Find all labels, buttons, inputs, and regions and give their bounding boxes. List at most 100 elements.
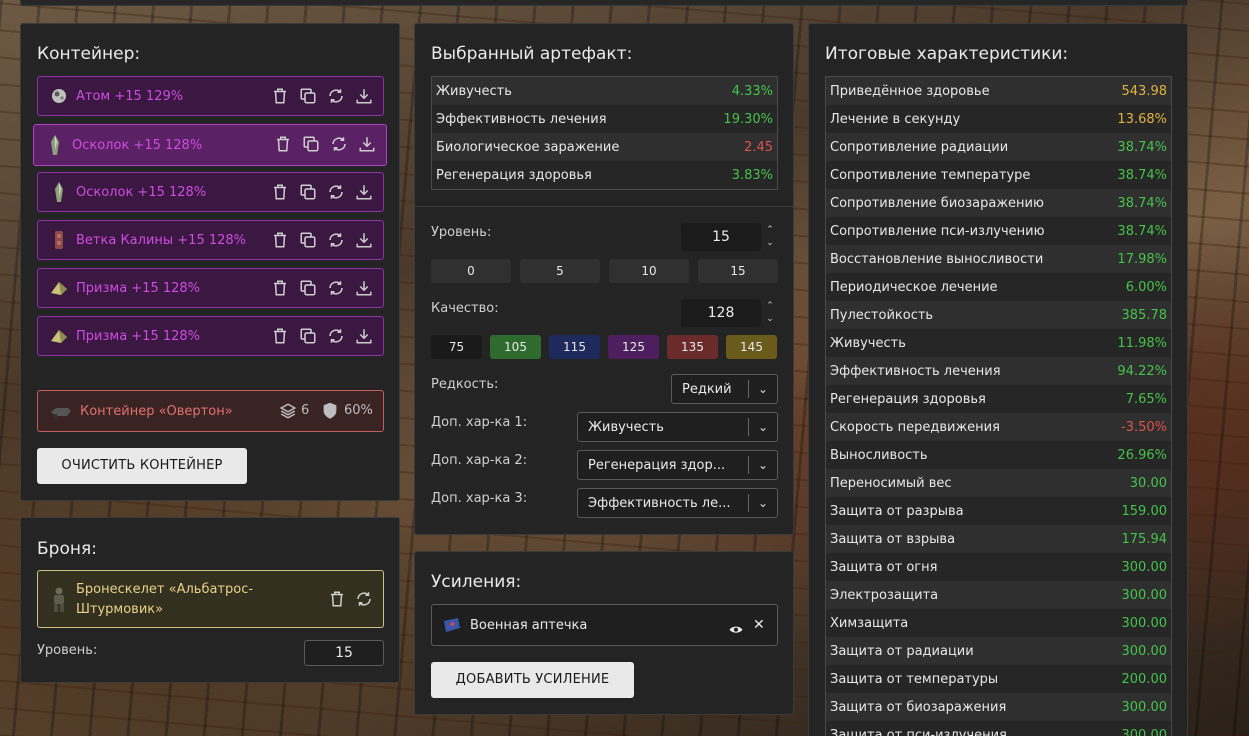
stat-label: Защита от взрыва	[830, 531, 956, 547]
quality-preset-button[interactable]: 105	[490, 335, 541, 359]
rarity-value: Редкий	[682, 381, 732, 397]
delete-icon[interactable]	[271, 327, 289, 345]
copy-icon[interactable]	[299, 327, 317, 345]
container-artifact-item[interactable]: Осколок +15 128%	[37, 172, 384, 212]
extra1-select[interactable]: Живучесть ⌄	[577, 412, 778, 442]
stat-value: 30.00	[1129, 475, 1167, 491]
container-artifact-item[interactable]: Призма +15 128%	[37, 268, 384, 308]
quality-down-icon[interactable]: ⌄	[763, 313, 777, 325]
container-artifact-item[interactable]: Атом +15 129%	[37, 76, 384, 116]
stat-row: Переносимый вес 30.00	[826, 469, 1171, 497]
level-preset-button[interactable]: 15	[698, 259, 778, 283]
level-preset-button[interactable]: 0	[431, 259, 511, 283]
download-icon[interactable]	[355, 231, 373, 249]
extra3-select[interactable]: Эффективность ле... ⌄	[577, 488, 778, 518]
delete-icon[interactable]	[271, 87, 289, 105]
armor-name: Бронескелет «Альбатрос-Штурмовик»	[76, 582, 254, 617]
stat-row: Защита от температуры 200.00	[826, 665, 1171, 693]
level-preset-button[interactable]: 10	[609, 259, 689, 283]
level-up-icon[interactable]: ⌃	[763, 224, 777, 236]
stat-row: Приведённое здоровье 543.98	[826, 77, 1171, 105]
download-icon[interactable]	[358, 135, 376, 153]
stat-row: Регенерация здоровья 7.65%	[826, 385, 1171, 413]
stat-label: Скорость передвижения	[830, 419, 1000, 435]
boosts-panel: Усиления: Военная аптечка ✕ ДОБАВИТЬ УСИ…	[414, 551, 794, 715]
container-artifact-item[interactable]: Осколок +15 128%	[33, 124, 387, 166]
download-icon[interactable]	[355, 183, 373, 201]
divider	[415, 206, 793, 207]
quality-preset-button[interactable]: 75	[431, 335, 482, 359]
swap-icon[interactable]	[355, 590, 373, 608]
delete-icon[interactable]	[271, 279, 289, 297]
stat-label: Биологическое заражение	[436, 139, 620, 155]
download-icon[interactable]	[355, 279, 373, 297]
stat-value: 4.33%	[731, 83, 773, 99]
swap-icon[interactable]	[327, 327, 345, 345]
item-actions	[274, 135, 376, 153]
rarity-select[interactable]: Редкий ⌄	[671, 374, 778, 404]
quality-input[interactable]: 128	[681, 299, 761, 327]
stat-value: 543.98	[1121, 83, 1168, 99]
stat-row: Защита от пси-излучения 300.00	[826, 721, 1171, 736]
level-down-icon[interactable]: ⌄	[763, 237, 777, 249]
stat-row: Выносливость 26.96%	[826, 441, 1171, 469]
prism-artifact-icon	[49, 277, 69, 299]
container-artifact-item[interactable]: Призма +15 128%	[37, 316, 384, 356]
swap-icon[interactable]	[330, 135, 348, 153]
delete-icon[interactable]	[328, 590, 346, 608]
swap-icon[interactable]	[327, 279, 345, 297]
stat-value: 7.65%	[1125, 391, 1167, 407]
quality-preset-button[interactable]: 115	[549, 335, 600, 359]
copy-icon[interactable]	[299, 87, 317, 105]
clear-container-button[interactable]: ОЧИСТИТЬ КОНТЕЙНЕР	[37, 448, 247, 484]
stat-value: 6.00%	[1125, 279, 1167, 295]
boost-item[interactable]: Военная аптечка ✕	[431, 604, 778, 646]
delete-icon[interactable]	[271, 183, 289, 201]
delete-icon[interactable]	[274, 135, 292, 153]
copy-icon[interactable]	[299, 279, 317, 297]
stat-row: Живучесть 4.33%	[432, 77, 777, 105]
shard-artifact-icon	[45, 134, 65, 156]
level-preset-button[interactable]: 5	[520, 259, 600, 283]
quality-preset-button[interactable]: 125	[608, 335, 659, 359]
container-artifact-item[interactable]: Ветка Калины +15 128%	[37, 220, 384, 260]
stat-label: Химзащита	[830, 615, 909, 631]
quality-preset-button[interactable]: 145	[726, 335, 777, 359]
artifact-panel: Выбранный артефакт: Живучесть 4.33% Эффект…	[414, 23, 794, 535]
stat-value: 11.98%	[1117, 335, 1167, 351]
add-boost-button[interactable]: ДОБАВИТЬ УСИЛЕНИЕ	[431, 662, 634, 698]
quality-up-icon[interactable]: ⌃	[763, 300, 777, 312]
atom-artifact-icon	[49, 85, 69, 107]
swap-icon[interactable]	[327, 87, 345, 105]
extra2-select[interactable]: Регенерация здор... ⌄	[577, 450, 778, 480]
extra3-value: Эффективность ле...	[588, 495, 731, 511]
armor-item[interactable]: Бронескелет «Альбатрос-Штурмовик»	[37, 570, 384, 628]
chevron-down-icon: ⌄	[757, 496, 769, 510]
stat-label: Выносливость	[830, 447, 928, 463]
delete-icon[interactable]	[271, 231, 289, 249]
totals-stats-table: Приведённое здоровье 543.98 Лечение в секу…	[825, 76, 1172, 736]
quality-preset-button[interactable]: 135	[667, 335, 718, 359]
close-icon[interactable]: ✕	[753, 617, 765, 633]
stat-value: 38.74%	[1117, 223, 1167, 239]
stat-value: 300.00	[1121, 559, 1168, 575]
swap-icon[interactable]	[327, 183, 345, 201]
artifact-name: Осколок +15 128%	[72, 137, 203, 153]
armor-level-input[interactable]: 15	[304, 640, 384, 666]
copy-icon[interactable]	[299, 183, 317, 201]
quality-label: Качество:	[431, 301, 499, 316]
stat-row: Защита от огня 300.00	[826, 553, 1171, 581]
extra3-label: Доп. хар-ка 3:	[431, 491, 528, 506]
container-protection: 60%	[344, 403, 373, 418]
copy-icon[interactable]	[302, 135, 320, 153]
stat-label: Периодическое лечение	[830, 279, 998, 295]
download-icon[interactable]	[355, 87, 373, 105]
level-input[interactable]: 15	[681, 223, 761, 251]
container-item[interactable]: Контейнер «Овертон» 6 60%	[37, 390, 384, 432]
swap-icon[interactable]	[327, 231, 345, 249]
eye-icon[interactable]	[729, 619, 743, 633]
download-icon[interactable]	[355, 327, 373, 345]
stat-value: 38.74%	[1117, 167, 1167, 183]
stat-label: Живучесть	[436, 83, 512, 99]
copy-icon[interactable]	[299, 231, 317, 249]
